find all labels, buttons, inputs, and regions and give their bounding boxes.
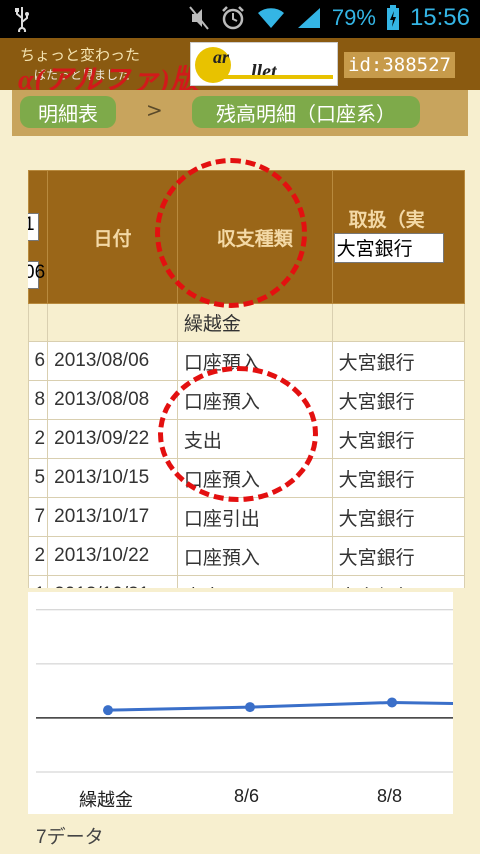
mute-icon (188, 5, 210, 31)
row-handler: 大宮銀行 (331, 497, 465, 537)
row-handler: 大宮銀行 (331, 575, 465, 588)
chart-point[interactable] (103, 705, 113, 716)
table-header-handler: 取扱（実 大宮銀行 (331, 170, 465, 304)
chart-series-line (107, 700, 453, 712)
breadcrumb-separator: > (146, 98, 163, 122)
handler-header-label[interactable]: 取扱（実 (349, 205, 425, 232)
record-count: 7データ (36, 827, 104, 848)
row-col0: 5 (28, 458, 49, 498)
chart-x-label: 繰越金 (79, 790, 133, 810)
user-id: id:388527 (344, 52, 455, 78)
table-header-type[interactable]: 収支種類 (176, 170, 333, 304)
carryover-label: 繰越金 (176, 303, 333, 342)
row-type: 口座預入 (176, 341, 333, 381)
detail-table-scroll[interactable]: 1 06 日付 収支種類 取扱（実 大宮銀行 繰越金 6 2013/08/06 … (28, 170, 465, 588)
table-row[interactable]: 2 2013/10/22 口座預入 大宮銀行 (28, 536, 465, 576)
wallet-logo[interactable]: ar llet (190, 42, 338, 86)
breadcrumb-balance-detail-button[interactable]: 残高明細（口座系） (192, 96, 420, 128)
usb-icon (14, 6, 30, 32)
row-date: 2013/10/31 (47, 575, 178, 588)
logo-text-ar: ar (213, 47, 230, 67)
logo-text-llet: llet (251, 61, 277, 83)
col0-select-top[interactable]: 1 (28, 213, 39, 241)
battery-percent: 79% (331, 5, 376, 30)
table-header-col0: 1 06 (28, 170, 49, 304)
table-row[interactable]: 7 2013/10/17 口座引出 大宮銀行 (28, 497, 465, 537)
table-row[interactable]: 8 2013/08/08 口座預入 大宮銀行 (28, 380, 465, 420)
row-handler: 大宮銀行 (331, 536, 465, 576)
app-header: ちょっと変わった ばたっと見ました α(アルファ)版 ar llet id:38… (0, 38, 480, 96)
table-row[interactable]: 6 2013/08/06 口座預入 大宮銀行 (28, 341, 465, 381)
chart-point[interactable] (387, 697, 397, 708)
table-row[interactable]: 5 2013/10/15 口座預入 大宮銀行 (28, 458, 465, 498)
row-type: 口座引出 (176, 497, 333, 537)
row-date: 2013/08/08 (47, 380, 178, 420)
row-col0: 8 (28, 380, 49, 420)
clock: 15:56 (409, 4, 470, 31)
breadcrumb-statement-button[interactable]: 明細表 (20, 96, 116, 128)
breadcrumb: 明細表 > 残高明細（口座系） (12, 90, 468, 136)
row-col0: 2 (28, 536, 49, 576)
row-type: 口座預入 (176, 380, 333, 420)
chart-svg (36, 609, 453, 773)
row-type: 支出 (176, 575, 333, 588)
row-type: 支出 (176, 419, 333, 459)
handler-select[interactable]: 大宮銀行 (333, 233, 444, 263)
row-date: 2013/08/06 (47, 341, 178, 381)
row-col0: 6 (28, 341, 49, 381)
chart-x-label: 8/6 (234, 786, 260, 806)
row-handler: 大宮銀行 (331, 341, 465, 381)
status-bar: 79% 15:56 (0, 0, 480, 38)
row-col0: 1 (28, 575, 49, 588)
chart-x-label: 8/8 (377, 786, 403, 806)
carryover-row: 繰越金 (28, 303, 465, 342)
row-date: 2013/10/17 (47, 497, 178, 537)
row-date: 2013/10/15 (47, 458, 178, 498)
row-type: 口座預入 (176, 536, 333, 576)
row-handler: 大宮銀行 (331, 458, 465, 498)
balance-chart: 繰越金 8/6 8/8 (28, 592, 453, 814)
wifi-icon (256, 6, 286, 30)
table-header-date[interactable]: 日付 (47, 170, 178, 304)
row-handler: 大宮銀行 (331, 380, 465, 420)
row-date: 2013/09/22 (47, 419, 178, 459)
row-handler: 大宮銀行 (331, 419, 465, 459)
alarm-icon (220, 5, 246, 31)
col0-select-bottom[interactable]: 06 (28, 261, 45, 289)
signal-icon (296, 6, 322, 30)
table-row[interactable]: 2 2013/09/22 支出 大宮銀行 (28, 419, 465, 459)
battery-charging-icon (386, 5, 400, 31)
row-type: 口座預入 (176, 458, 333, 498)
detail-table: 1 06 日付 収支種類 取扱（実 大宮銀行 繰越金 6 2013/08/06 … (28, 170, 465, 588)
row-col0: 7 (28, 497, 49, 537)
chart-point[interactable] (245, 702, 255, 713)
logo-underline (221, 75, 333, 79)
table-row[interactable]: 1 2013/10/31 支出 大宮銀行 (28, 575, 465, 588)
row-col0: 2 (28, 419, 49, 459)
row-date: 2013/10/22 (47, 536, 178, 576)
